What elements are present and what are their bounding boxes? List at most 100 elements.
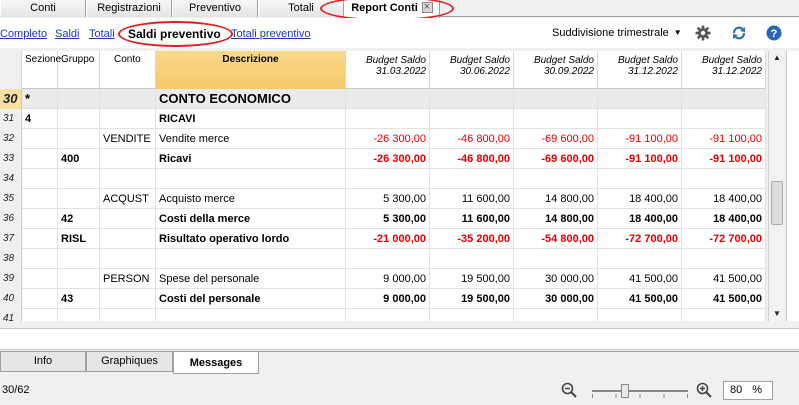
- cell-desc[interactable]: Costi della merce: [156, 209, 346, 229]
- cell-sezione[interactable]: [22, 129, 58, 149]
- cell-sezione[interactable]: [22, 209, 58, 229]
- cell-budget[interactable]: 18 400,00: [598, 209, 682, 229]
- cell-sezione[interactable]: *: [22, 89, 58, 109]
- cell-gruppo[interactable]: [58, 89, 100, 109]
- cell-conto[interactable]: [100, 229, 156, 249]
- tab-messages[interactable]: Messages: [173, 352, 259, 374]
- cell-sezione[interactable]: [22, 269, 58, 289]
- row-number[interactable]: 32: [0, 129, 22, 149]
- cell-budget[interactable]: [346, 89, 430, 109]
- table-row[interactable]: 34: [0, 169, 766, 189]
- cell-budget[interactable]: 11 600,00: [430, 209, 514, 229]
- cell-budget[interactable]: 41 500,00: [598, 289, 682, 309]
- cell-budget[interactable]: [682, 309, 766, 321]
- cell-desc[interactable]: Vendite merce: [156, 129, 346, 149]
- cell-budget[interactable]: [430, 309, 514, 321]
- cell-desc[interactable]: [156, 249, 346, 269]
- vertical-scrollbar[interactable]: ▲ ▼: [768, 51, 784, 321]
- table-row[interactable]: 40 43 Costi del personale 9 000,00 19 500,00…: [0, 289, 766, 309]
- cell-budget[interactable]: [682, 249, 766, 269]
- tab-graphiques[interactable]: Graphiques: [86, 352, 173, 372]
- row-number[interactable]: 38: [0, 249, 22, 269]
- table-row[interactable]: 32 VENDITE Vendite merce -26 300,00 -46 800,…: [0, 129, 766, 149]
- cell-conto[interactable]: [100, 149, 156, 169]
- cell-budget[interactable]: [598, 309, 682, 321]
- cell-budget[interactable]: 18 400,00: [682, 189, 766, 209]
- header-sezione[interactable]: Sezione: [22, 51, 61, 89]
- cell-budget[interactable]: [430, 89, 514, 109]
- row-number[interactable]: 41: [0, 309, 22, 321]
- table-row[interactable]: 39 PERSON Spese del personale 9 000,00 19 50…: [0, 269, 766, 289]
- cell-gruppo[interactable]: [58, 189, 100, 209]
- cell-budget[interactable]: [346, 249, 430, 269]
- row-number[interactable]: 34: [0, 169, 22, 189]
- cell-conto[interactable]: [100, 209, 156, 229]
- cell-gruppo[interactable]: [58, 169, 100, 189]
- row-number[interactable]: 39: [0, 269, 22, 289]
- cell-desc[interactable]: [156, 169, 346, 189]
- view-link-completo[interactable]: Completo: [0, 28, 47, 40]
- refresh-icon[interactable]: [731, 25, 747, 41]
- zoom-level-input[interactable]: 80%: [723, 381, 773, 400]
- cell-budget[interactable]: 19 500,00: [430, 289, 514, 309]
- cell-budget[interactable]: [514, 89, 598, 109]
- cell-sezione[interactable]: 4: [22, 109, 58, 129]
- cell-budget[interactable]: -91 100,00: [682, 129, 766, 149]
- cell-sezione[interactable]: [22, 169, 58, 189]
- cell-budget[interactable]: -35 200,00: [430, 229, 514, 249]
- row-number[interactable]: 31: [0, 109, 22, 129]
- tab-info[interactable]: Info: [0, 352, 86, 372]
- cell-budget[interactable]: -72 700,00: [682, 229, 766, 249]
- cell-budget[interactable]: -46 800,00: [430, 129, 514, 149]
- cell-conto[interactable]: [100, 89, 156, 109]
- cell-gruppo[interactable]: RISL: [58, 229, 100, 249]
- cell-budget[interactable]: [682, 89, 766, 109]
- cell-sezione[interactable]: [22, 149, 58, 169]
- table-row[interactable]: 41: [0, 309, 766, 321]
- zoom-out-icon[interactable]: [561, 382, 577, 398]
- cell-budget[interactable]: 5 300,00: [346, 209, 430, 229]
- cell-budget[interactable]: [346, 309, 430, 321]
- cell-sezione[interactable]: [22, 229, 58, 249]
- header-budget-total[interactable]: Budget Saldo 31.12.2022: [682, 51, 766, 89]
- cell-budget[interactable]: 41 500,00: [682, 269, 766, 289]
- table-row[interactable]: 30 * CONTO ECONOMICO: [0, 89, 766, 109]
- cell-desc[interactable]: CONTO ECONOMICO: [156, 89, 346, 109]
- cell-budget[interactable]: [514, 169, 598, 189]
- zoom-slider-thumb[interactable]: [621, 384, 629, 398]
- cell-gruppo[interactable]: 42: [58, 209, 100, 229]
- view-link-saldi[interactable]: Saldi: [55, 28, 79, 40]
- cell-budget[interactable]: 30 000,00: [514, 269, 598, 289]
- cell-budget[interactable]: -26 300,00: [346, 129, 430, 149]
- scroll-down-icon[interactable]: ▼: [769, 307, 785, 321]
- cell-budget[interactable]: 14 800,00: [514, 209, 598, 229]
- scroll-up-icon[interactable]: ▲: [769, 51, 785, 65]
- cell-budget[interactable]: -21 000,00: [346, 229, 430, 249]
- cell-gruppo[interactable]: [58, 129, 100, 149]
- scrollbar-thumb[interactable]: [771, 181, 783, 225]
- view-link-totali[interactable]: Totali: [89, 28, 115, 40]
- cell-sezione[interactable]: [22, 309, 58, 321]
- cell-budget[interactable]: 41 500,00: [598, 269, 682, 289]
- cell-budget[interactable]: 30 000,00: [514, 289, 598, 309]
- cell-gruppo[interactable]: [58, 249, 100, 269]
- cell-gruppo[interactable]: 400: [58, 149, 100, 169]
- cell-gruppo[interactable]: 43: [58, 289, 100, 309]
- row-number[interactable]: 30: [0, 89, 22, 109]
- table-row[interactable]: 38: [0, 249, 766, 269]
- row-number[interactable]: 36: [0, 209, 22, 229]
- zoom-slider-track[interactable]: [592, 390, 688, 392]
- cell-desc[interactable]: Ricavi: [156, 149, 346, 169]
- cell-budget[interactable]: [682, 169, 766, 189]
- cell-budget[interactable]: [514, 249, 598, 269]
- cell-budget[interactable]: -26 300,00: [346, 149, 430, 169]
- cell-budget[interactable]: 11 600,00: [430, 189, 514, 209]
- cell-budget[interactable]: 19 500,00: [430, 269, 514, 289]
- header-budget-q2[interactable]: Budget Saldo 30.06.2022: [430, 51, 514, 89]
- cell-conto[interactable]: [100, 309, 156, 321]
- header-gruppo[interactable]: Gruppo: [58, 51, 100, 89]
- cell-gruppo[interactable]: [58, 109, 100, 129]
- tab-preventivo[interactable]: Preventivo: [172, 0, 258, 17]
- cell-sezione[interactable]: [22, 189, 58, 209]
- table-row[interactable]: 33 400 Ricavi -26 300,00 -46 800,00 -69 600,0…: [0, 149, 766, 169]
